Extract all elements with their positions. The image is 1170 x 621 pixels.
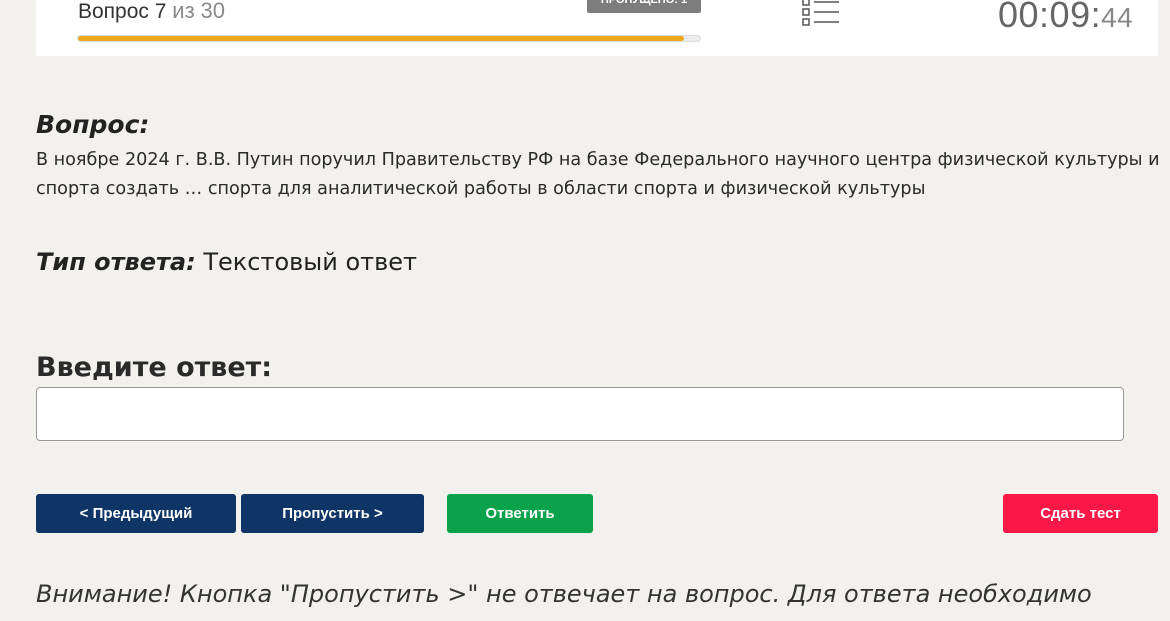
question-total: 30 — [200, 0, 226, 23]
submit-test-button[interactable]: Сдать тест — [1003, 494, 1158, 533]
answer-type: Тип ответа: Текстовый ответ — [36, 248, 417, 276]
question-current: 7 — [154, 0, 167, 23]
question-counter: Вопрос 7 из 30 — [78, 0, 225, 24]
question-word: Вопрос — [78, 0, 149, 23]
list-icon[interactable] — [802, 0, 840, 28]
previous-button[interactable]: < Предыдущий — [36, 494, 236, 533]
answer-type-label: Тип ответа: — [36, 248, 196, 276]
question-text: В ноябре 2024 г. В.В. Путин поручил Прав… — [36, 150, 1160, 199]
progress-bar — [77, 35, 701, 42]
timer: 00:09:44 — [998, 0, 1133, 36]
question-heading: Вопрос: — [36, 110, 150, 139]
test-page: Вопрос 7 из 30 ПРОПУЩЕНО: 1 00:09:44 Воп… — [0, 0, 1170, 621]
answer-input-label: Введите ответ: — [36, 352, 273, 383]
warning-text: Внимание! Кнопка "Пропустить >" не отвеч… — [36, 580, 1092, 608]
timer-main: 00:09: — [998, 0, 1102, 35]
progress-fill — [78, 36, 685, 41]
timer-seconds: 44 — [1101, 2, 1134, 33]
question-of: из — [172, 0, 195, 23]
skip-button[interactable]: Пропустить > — [241, 494, 424, 533]
answer-input[interactable] — [36, 387, 1124, 441]
answer-button[interactable]: Ответить — [447, 494, 593, 533]
skipped-badge: ПРОПУЩЕНО: 1 — [587, 0, 701, 13]
answer-type-value: Текстовый ответ — [203, 248, 417, 276]
